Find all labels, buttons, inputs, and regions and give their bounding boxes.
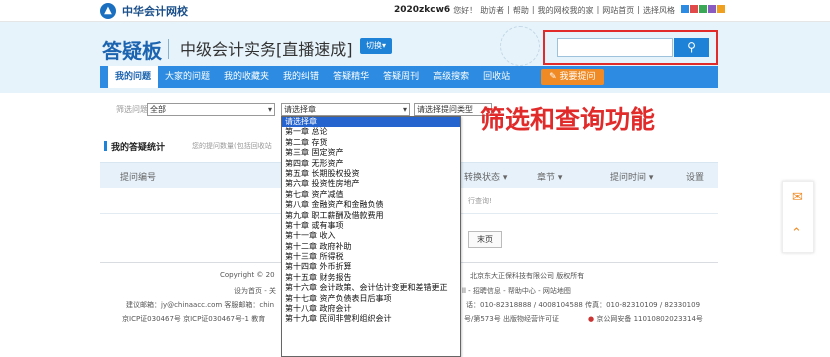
ask-question-button[interactable]: ✎ 我要提问 (541, 69, 604, 85)
stats-note: 您的提问数量(包括回收站 (192, 142, 272, 150)
dropdown-option[interactable]: 第四章 无形资产 (282, 159, 460, 169)
dropdown-option[interactable]: 第九章 职工薪酬及借款费用 (282, 211, 460, 221)
col-status-label: 转换状态 (464, 173, 501, 183)
greeting: 您好！ (453, 6, 478, 15)
top-bar: ▲ 中华会计网校 2020zkcw6 您好！ 助访者 | 帮助 | 我的网校我的家 |… (0, 0, 830, 22)
last-page-button[interactable]: 末页 (468, 231, 502, 248)
dropdown-option[interactable]: 第十八章 政府会计 (282, 304, 460, 314)
ask-question-label: 我要提问 (559, 72, 596, 82)
top-links: 2020zkcw6 您好！ 助访者 | 帮助 | 我的网校我的家 | 网站首页 | 选择… (394, 5, 725, 16)
side-float-widget: ✉ ⌃ (782, 181, 814, 253)
col-time-label: 提问时间 (610, 173, 647, 183)
top-link-visitor[interactable]: 助访者 (480, 5, 504, 16)
logo-icon: ▲ (100, 3, 116, 19)
footer-police-record: 京公网安备 11010802023314号 (596, 315, 703, 323)
nav-my-corrections[interactable]: 我的纠错 (276, 66, 326, 88)
main-nav: 我的问题 大家的问题 我的收藏夹 我的纠错 答疑精华 答疑周刊 高级搜索 回收站… (100, 66, 718, 88)
footer-copyright: Copyright © 20 (220, 271, 275, 279)
dropdown-option[interactable]: 第三章 固定资产 (282, 148, 460, 158)
top-link-help[interactable]: 帮助 (513, 5, 529, 16)
back-to-top-icon[interactable]: ⌃ (791, 226, 802, 241)
search-input[interactable] (557, 38, 673, 57)
search-button[interactable]: ⚲ (674, 38, 709, 57)
style-swatches (681, 5, 725, 16)
footer-license-left: 京ICP证030467号 京ICP证030467号-1 教育 (122, 315, 266, 323)
col-chapter[interactable]: 章节 ▾ (537, 170, 562, 183)
col-time[interactable]: 提问时间 ▾ (610, 170, 653, 183)
chapter-dropdown-list[interactable]: 请选择章 第一章 总论 第二章 存货 第三章 固定资产 第四章 无形资产 第五章… (281, 116, 461, 357)
dropdown-option[interactable]: 第十六章 会计政策、会计估计变更和差错更正 (282, 283, 460, 293)
search-icon: ⚲ (687, 40, 696, 54)
brand-divider (168, 39, 169, 59)
nav-my-questions[interactable]: 我的问题 (108, 66, 159, 88)
chevron-down-icon: ▾ (648, 173, 654, 183)
footer-license-right: ● 京公网安备 11010802023314号 (588, 314, 703, 324)
dropdown-option[interactable]: 第十九章 民间非营利组织会计 (282, 314, 460, 324)
mascot-illustration (500, 26, 540, 66)
search-highlight-frame: ⚲ (543, 30, 718, 65)
filter-label: 筛选问题 (116, 105, 148, 114)
style-swatch[interactable] (717, 5, 725, 13)
col-question-id: 提问编号 (120, 173, 157, 183)
dropdown-option[interactable]: 第十三章 所得税 (282, 252, 460, 262)
stats-accent-bar (104, 141, 107, 151)
footer-license-mid: 号/第573号 出版物经营许可证 (464, 315, 559, 323)
dropdown-option[interactable]: 第七章 资产减值 (282, 190, 460, 200)
col-chapter-label: 章节 (537, 173, 556, 183)
switch-course-button[interactable]: 切换▾ (360, 38, 393, 54)
nav-qa-weekly[interactable]: 答疑周刊 (376, 66, 426, 88)
dropdown-option[interactable]: 第十二章 政府补助 (282, 242, 460, 252)
username[interactable]: 2020zkcw6 (394, 5, 450, 16)
brand-title: 答疑板 (102, 39, 162, 63)
style-swatch[interactable] (699, 5, 707, 13)
style-swatch[interactable] (681, 5, 689, 13)
nav-qa-highlights[interactable]: 答疑精华 (326, 66, 376, 88)
nav-everyone-questions[interactable]: 大家的问题 (158, 66, 217, 88)
nav-favorites[interactable]: 我的收藏夹 (217, 66, 276, 88)
nav-advanced-search[interactable]: 高级搜索 (426, 66, 476, 88)
style-swatch[interactable] (690, 5, 698, 13)
logo-text: 中华会计网校 (122, 5, 188, 18)
col-status[interactable]: 转换状态 ▾ (464, 170, 507, 183)
empty-message: 行查询! (468, 197, 492, 205)
col-settings: 设置 (686, 173, 705, 183)
dropdown-option[interactable]: 第五章 长期股权投资 (282, 169, 460, 179)
top-link-site-home[interactable]: 网站首页 (602, 5, 634, 16)
course-title: 中级会计实务[直播速成] (180, 40, 353, 59)
filter-all-select[interactable]: 全部 (147, 103, 275, 116)
dropdown-option[interactable]: 第八章 金融资产和金融负债 (282, 200, 460, 210)
dropdown-option[interactable]: 第十章 或有事项 (282, 221, 460, 231)
chapter-select[interactable]: 请选择章 (281, 103, 410, 116)
dropdown-option[interactable]: 第二章 存货 (282, 138, 460, 148)
nav-recycle-bin[interactable]: 回收站 (476, 66, 517, 88)
footer-contact-left: 建议邮箱：jy@chinaacc.com 客服邮箱：chin (126, 301, 275, 309)
dropdown-option[interactable]: 第十一章 收入 (282, 231, 460, 241)
chevron-down-icon: ▾ (557, 173, 563, 183)
footer-links-right[interactable]: ll - 招聘信息 - 帮助中心 - 网站地图 (462, 286, 571, 296)
top-link-choose-style[interactable]: 选择风格 (643, 5, 675, 16)
site-logo[interactable]: ▲ 中华会计网校 (100, 3, 188, 19)
style-swatch[interactable] (708, 5, 716, 13)
footer-company: 北京东大正保科技有限公司 版权所有 (470, 272, 585, 280)
footer-links-left[interactable]: 设为首页 - 关 (234, 286, 276, 296)
pencil-icon: ✎ (549, 72, 557, 82)
stats-title: 我的答疑统计 (111, 143, 166, 153)
dropdown-option[interactable]: 第十五章 财务报告 (282, 273, 460, 283)
mail-icon[interactable]: ✉ (792, 190, 803, 205)
dropdown-option[interactable]: 第十七章 资产负债表日后事项 (282, 294, 460, 304)
dropdown-option[interactable]: 请选择章 (282, 117, 460, 128)
top-link-home-school[interactable]: 我的网校我的家 (538, 5, 594, 16)
dropdown-option[interactable]: 第一章 总论 (282, 127, 460, 137)
annotation-filter-search: 筛选和查询功能 (480, 105, 656, 134)
dropdown-option[interactable]: 第六章 投资性房地产 (282, 179, 460, 189)
dropdown-option[interactable]: 第十四章 外币折算 (282, 262, 460, 272)
police-badge-icon: ● (588, 315, 595, 323)
footer-contact-right: 话：010-82318888 / 4008104588 传真：010-82310… (466, 301, 701, 309)
chevron-down-icon: ▾ (502, 173, 508, 183)
